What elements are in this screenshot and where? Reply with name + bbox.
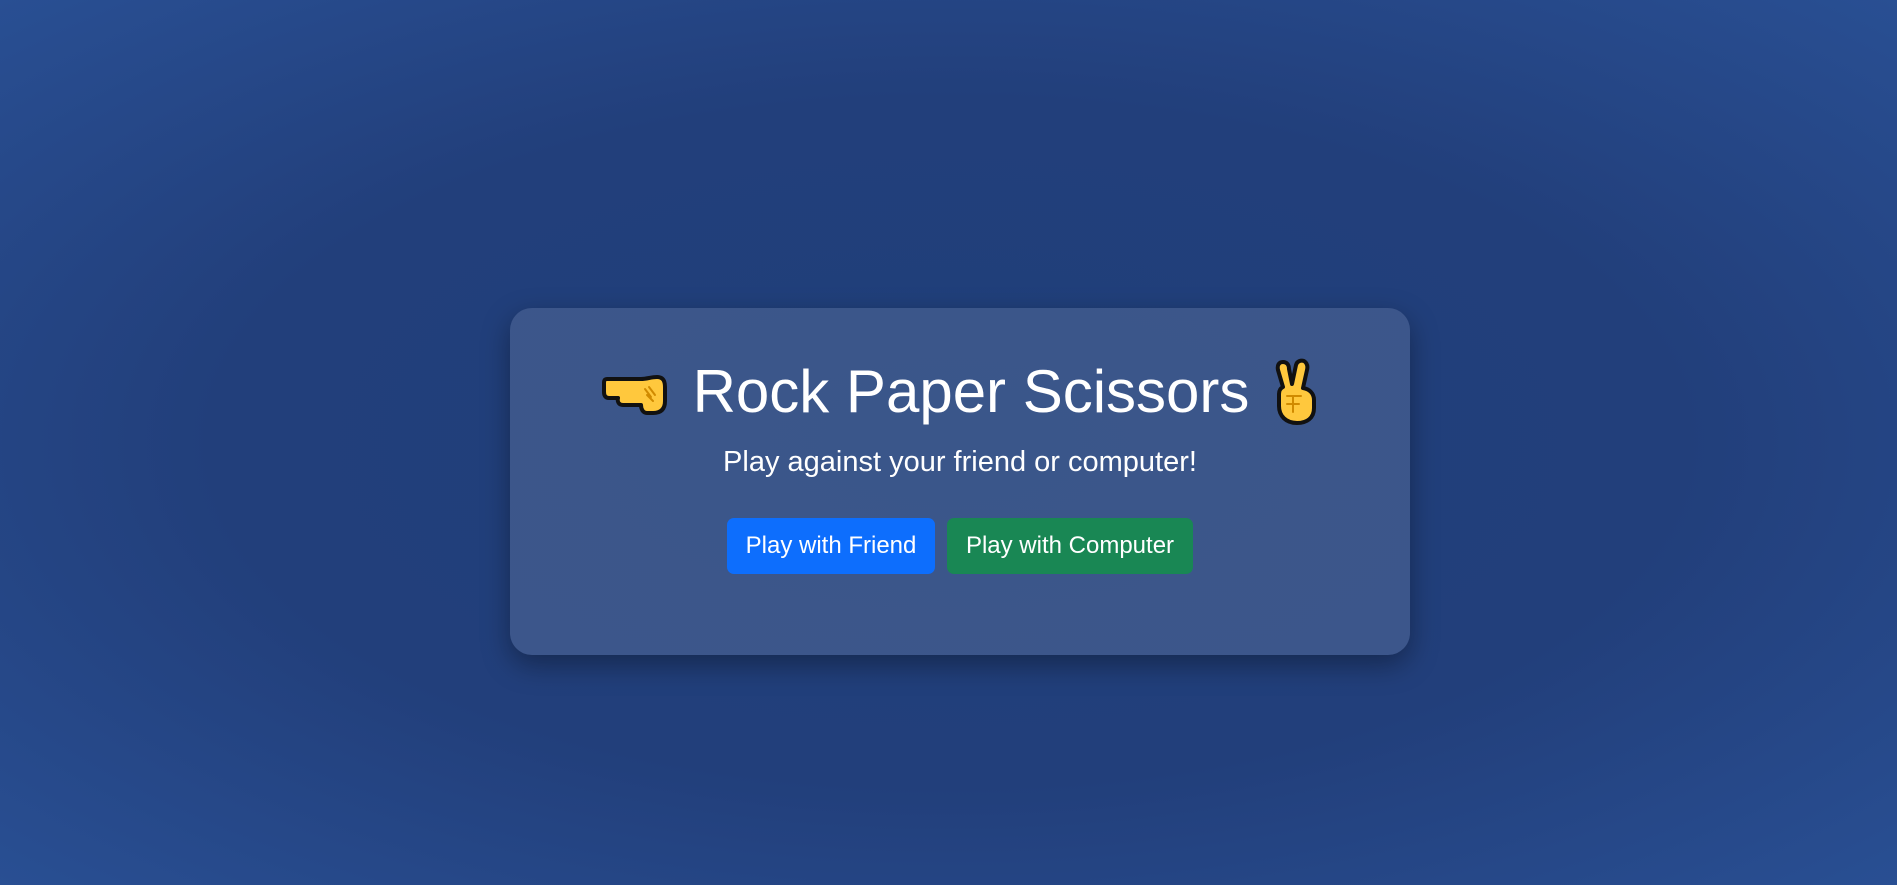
mode-buttons: Play with Friend Play with Computer xyxy=(510,518,1410,574)
victory-hand-icon xyxy=(1273,358,1319,426)
left-facing-fist-icon xyxy=(601,367,669,417)
play-with-computer-button[interactable]: Play with Computer xyxy=(947,518,1193,574)
subtitle: Play against your friend or computer! xyxy=(723,446,1197,478)
title-row: Rock Paper Scissors xyxy=(510,350,1410,434)
play-with-friend-button[interactable]: Play with Friend xyxy=(727,518,935,574)
game-card: Rock Paper Scissors Play against your fr… xyxy=(510,308,1410,655)
page-title: Rock Paper Scissors xyxy=(692,358,1250,425)
